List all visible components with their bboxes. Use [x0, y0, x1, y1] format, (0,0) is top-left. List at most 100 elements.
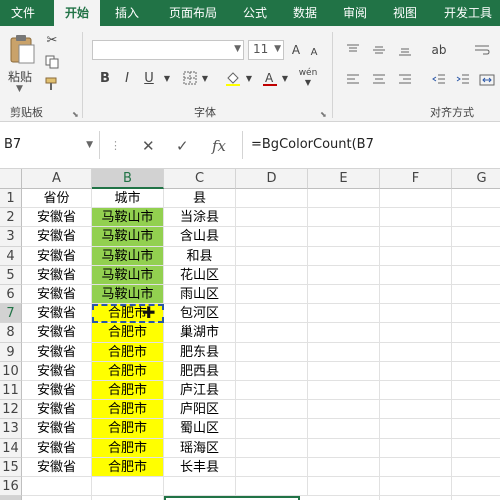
- paste-icon[interactable]: [6, 32, 38, 68]
- cell-a13[interactable]: 安徽省: [22, 419, 92, 439]
- cell-empty[interactable]: [308, 323, 380, 343]
- cell-empty[interactable]: [236, 419, 308, 439]
- row-header[interactable]: 3: [0, 227, 22, 247]
- cell-empty[interactable]: [164, 477, 236, 497]
- row-header[interactable]: 7: [0, 304, 22, 324]
- cell-empty[interactable]: [380, 189, 452, 209]
- tab-view[interactable]: 视图: [382, 0, 428, 26]
- cell-a2[interactable]: 安徽省: [22, 208, 92, 228]
- cell-empty[interactable]: [308, 457, 380, 477]
- cell-empty[interactable]: [236, 189, 308, 209]
- row-header[interactable]: 5: [0, 265, 22, 285]
- cut-icon[interactable]: ✂: [42, 30, 62, 50]
- font-color-icon[interactable]: A: [260, 68, 280, 88]
- grow-font-icon[interactable]: A: [288, 40, 304, 60]
- row-header[interactable]: 15: [0, 457, 22, 477]
- tab-review[interactable]: 审阅: [332, 0, 378, 26]
- cell-empty[interactable]: [452, 381, 500, 401]
- cell-empty[interactable]: [236, 304, 308, 324]
- cell-empty[interactable]: [308, 419, 380, 439]
- name-box[interactable]: B7 ▼: [0, 131, 100, 159]
- cell-b11[interactable]: 合肥市: [92, 381, 164, 401]
- cell-empty[interactable]: [380, 400, 452, 420]
- cell-c13[interactable]: 蜀山区: [164, 419, 236, 439]
- orientation-icon[interactable]: ab: [428, 40, 450, 60]
- row-header[interactable]: 8: [0, 323, 22, 343]
- cell-empty[interactable]: [236, 208, 308, 228]
- row-header[interactable]: 12: [0, 400, 22, 420]
- row-header[interactable]: 1: [0, 189, 22, 209]
- cell-empty[interactable]: [452, 208, 500, 228]
- cell-empty[interactable]: [236, 227, 308, 247]
- cell-c14[interactable]: 瑶海区: [164, 438, 236, 458]
- paste-dropdown-icon[interactable]: ▼: [16, 84, 23, 94]
- increase-indent-icon[interactable]: [452, 70, 474, 90]
- cell-b10[interactable]: 合肥市: [92, 361, 164, 381]
- cell-empty[interactable]: [308, 208, 380, 228]
- tab-page-layout[interactable]: 页面布局: [158, 0, 228, 26]
- font-name-combo[interactable]: ▼: [92, 40, 244, 60]
- row-header[interactable]: 4: [0, 246, 22, 266]
- cell-empty[interactable]: [308, 265, 380, 285]
- row-header[interactable]: 13: [0, 419, 22, 439]
- cell-b4[interactable]: 马鞍山市: [92, 246, 164, 266]
- cell-a9[interactable]: 安徽省: [22, 342, 92, 362]
- cell-a15[interactable]: 安徽省: [22, 457, 92, 477]
- cell-a7[interactable]: 安徽省: [22, 304, 92, 324]
- cell-empty[interactable]: [452, 247, 500, 266]
- cell-a12[interactable]: 安徽省: [22, 400, 92, 420]
- cell-b8[interactable]: 合肥市: [92, 323, 164, 343]
- cell-empty[interactable]: [380, 323, 452, 343]
- cell-empty[interactable]: [236, 400, 308, 420]
- align-top-icon[interactable]: [342, 40, 364, 60]
- cell-empty[interactable]: [380, 457, 452, 477]
- formula-input[interactable]: =BgColorCount(B7: [242, 131, 500, 159]
- cell-empty[interactable]: [452, 439, 500, 458]
- column-header-d[interactable]: D: [236, 169, 308, 189]
- column-header-e[interactable]: E: [308, 169, 380, 189]
- cell-empty[interactable]: [236, 477, 308, 497]
- editing-cell-c17[interactable]: =BgColorCount(B7: [164, 496, 300, 500]
- decrease-indent-icon[interactable]: [428, 70, 450, 90]
- cell-c4[interactable]: 和县: [164, 246, 236, 266]
- row-header[interactable]: 16: [0, 477, 22, 497]
- cell-c6[interactable]: 雨山区: [164, 285, 236, 305]
- merge-center-icon[interactable]: [476, 70, 498, 90]
- align-right-icon[interactable]: [394, 70, 416, 90]
- cell-empty[interactable]: [452, 285, 500, 305]
- cell-a8[interactable]: 安徽省: [22, 323, 92, 343]
- cell-c5[interactable]: 花山区: [164, 265, 236, 285]
- cell-empty[interactable]: [236, 381, 308, 401]
- row-header[interactable]: 17: [0, 496, 22, 500]
- cell-empty[interactable]: [308, 381, 380, 401]
- cell-empty[interactable]: [308, 189, 380, 209]
- row-header[interactable]: 14: [0, 438, 22, 458]
- font-color-dropdown-icon[interactable]: ▼: [280, 68, 290, 88]
- cell-empty[interactable]: [236, 438, 308, 458]
- cell-empty[interactable]: [308, 361, 380, 381]
- cell-empty[interactable]: [236, 323, 308, 343]
- cell-a6[interactable]: 安徽省: [22, 285, 92, 305]
- row-header[interactable]: 6: [0, 285, 22, 305]
- cell-b2[interactable]: 马鞍山市: [92, 208, 164, 228]
- row-header[interactable]: 10: [0, 361, 22, 381]
- cell-empty[interactable]: [380, 381, 452, 401]
- column-header-b[interactable]: B: [92, 169, 164, 189]
- cell-empty[interactable]: [380, 438, 452, 458]
- cell-c15[interactable]: 长丰县: [164, 457, 236, 477]
- cell-b13[interactable]: 合肥市: [92, 419, 164, 439]
- copy-icon[interactable]: [42, 52, 62, 72]
- tab-file[interactable]: 文件: [0, 0, 46, 26]
- cell-empty[interactable]: [308, 285, 380, 305]
- cell-empty[interactable]: [308, 227, 380, 247]
- cell-a11[interactable]: 安徽省: [22, 381, 92, 401]
- cell-b12[interactable]: 合肥市: [92, 400, 164, 420]
- cell-a10[interactable]: 安徽省: [22, 361, 92, 381]
- cell-empty[interactable]: [452, 189, 500, 209]
- fill-color-icon[interactable]: [222, 68, 244, 88]
- cell-empty[interactable]: [380, 477, 452, 497]
- tab-data[interactable]: 数据: [282, 0, 328, 26]
- cell-empty[interactable]: [236, 361, 308, 381]
- cell-empty[interactable]: [452, 496, 500, 500]
- cell-c12[interactable]: 庐阳区: [164, 400, 236, 420]
